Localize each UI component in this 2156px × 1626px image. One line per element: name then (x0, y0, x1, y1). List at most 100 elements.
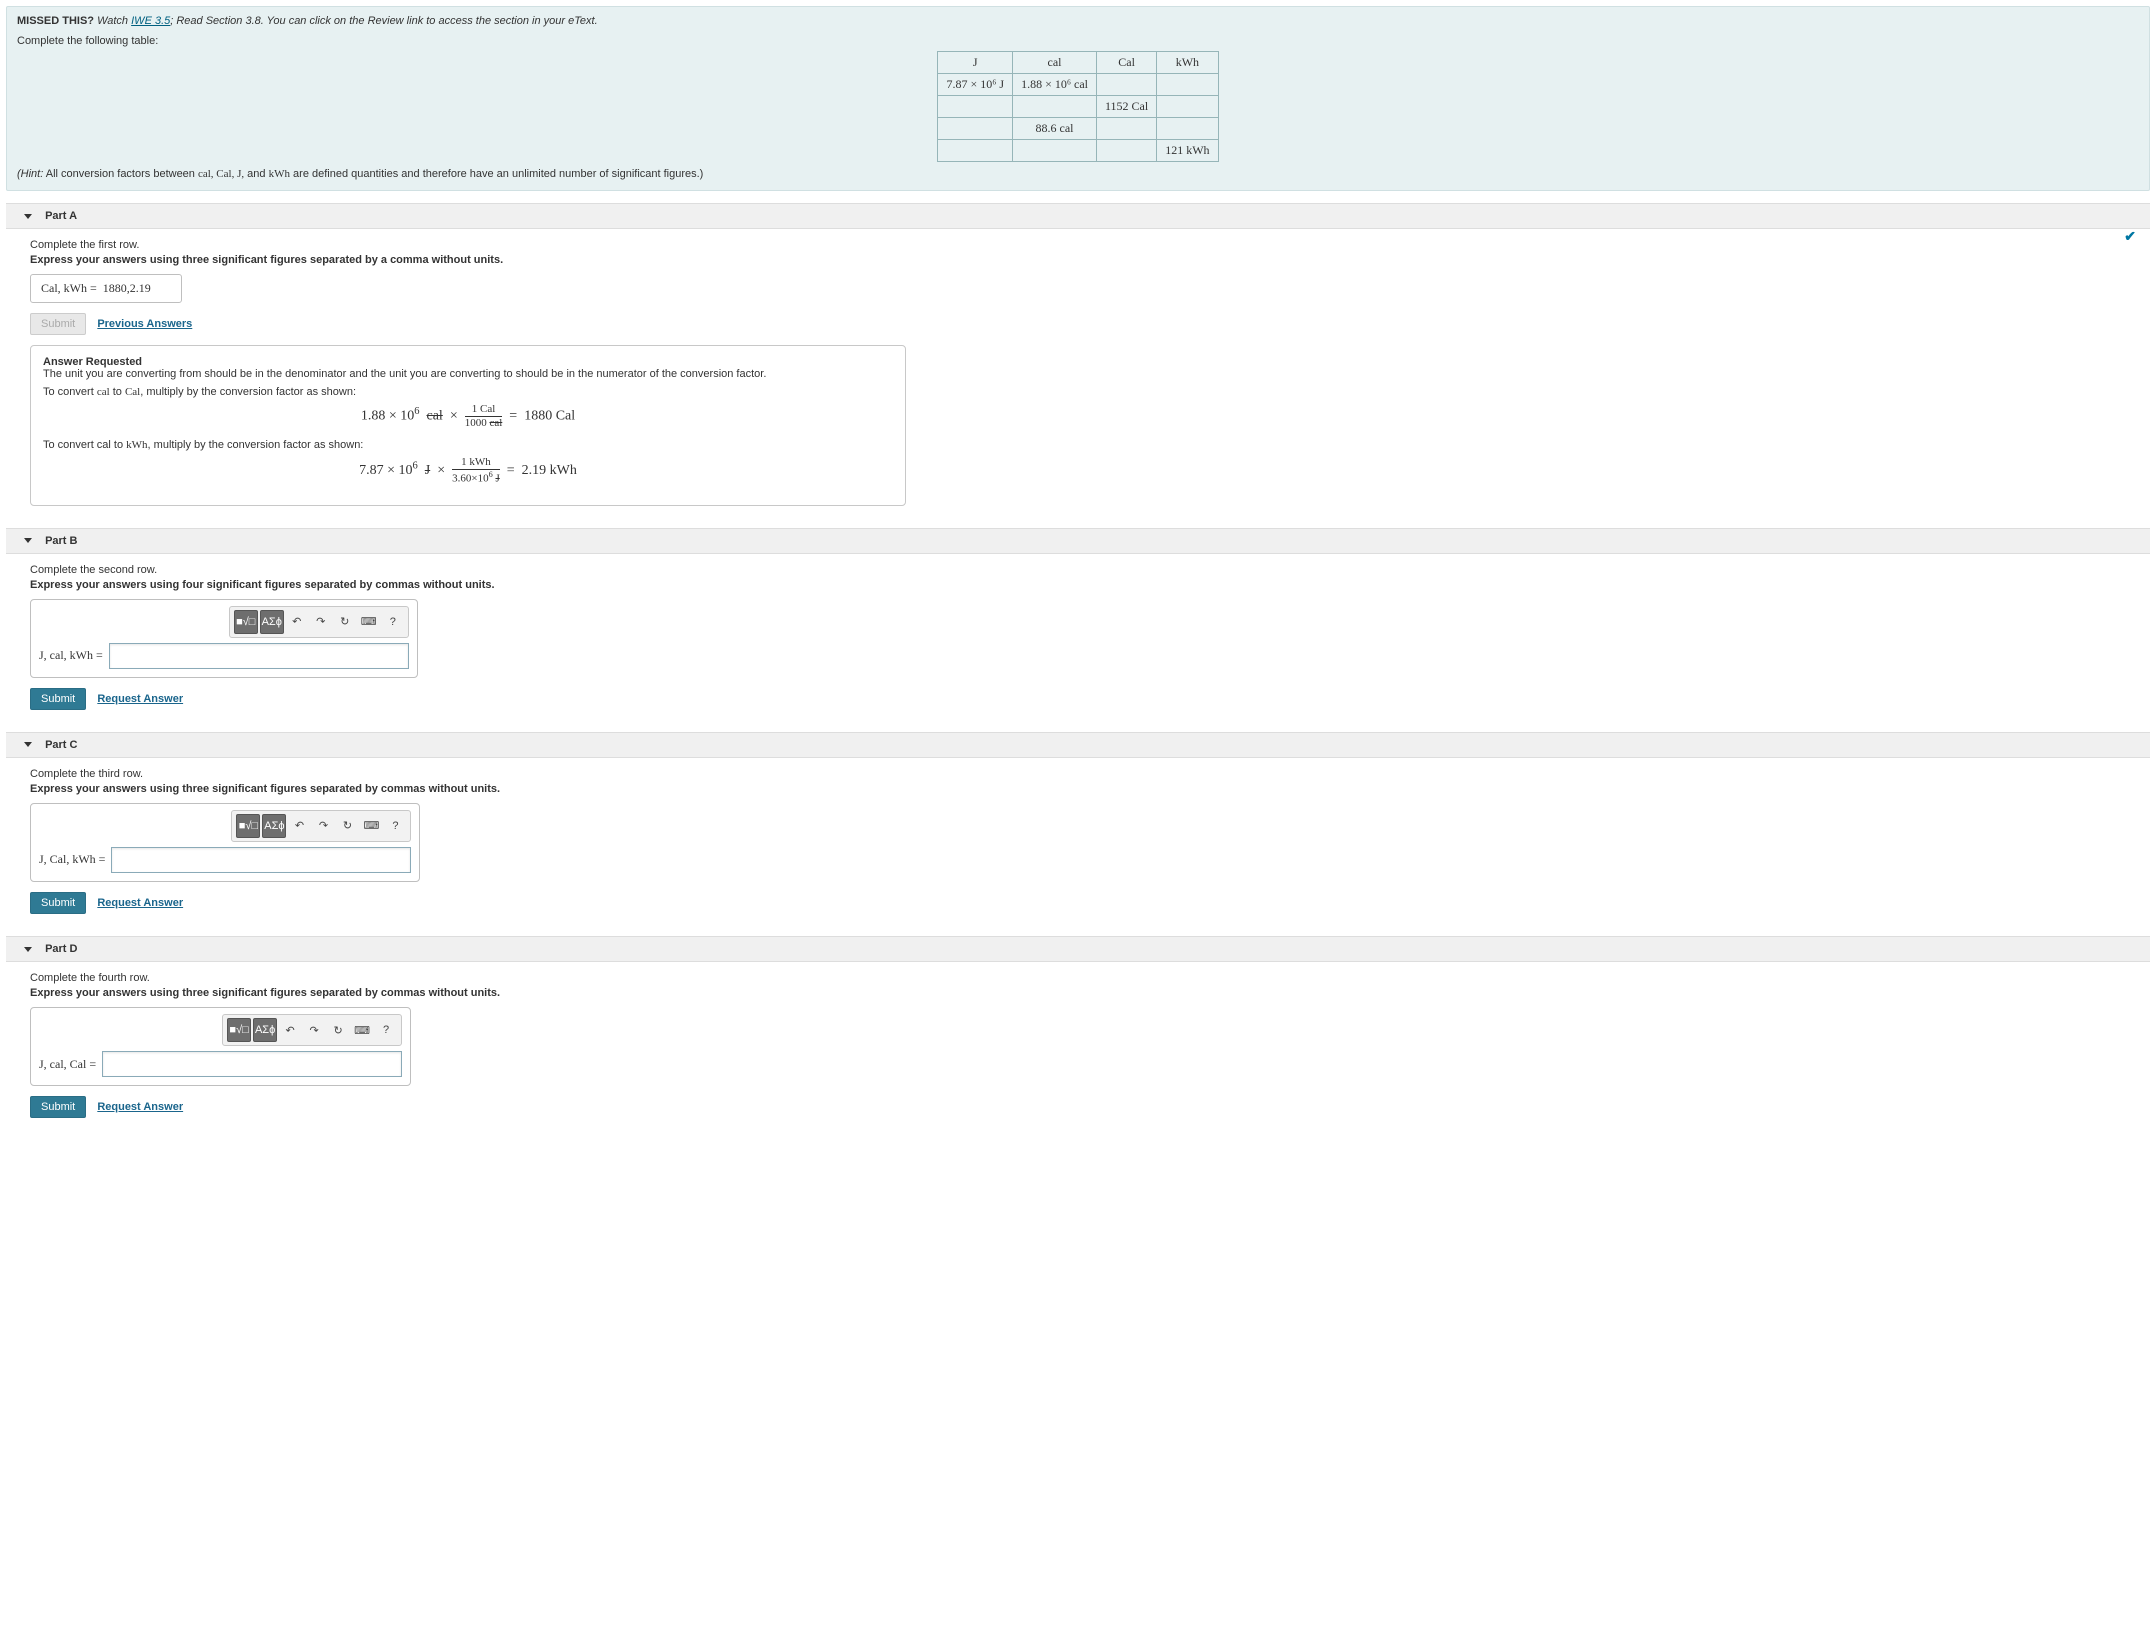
hint-kwh: kWh (269, 168, 290, 180)
templates-icon[interactable]: ■√□ (236, 814, 260, 838)
part-c-header[interactable]: Part C (6, 732, 2150, 758)
part-d-header[interactable]: Part D (6, 936, 2150, 962)
part-d-boldinstr: Express your answers using three signifi… (30, 987, 2150, 999)
part-d-request-answer-link[interactable]: Request Answer (97, 1101, 183, 1113)
keyboard-icon[interactable]: ⌨ (360, 815, 382, 837)
keyboard-icon[interactable]: ⌨ (351, 1019, 373, 1041)
part-b-label: J, cal, kWh = (39, 648, 103, 663)
missed-this-line: MISSED THIS? Watch IWE 3.5; Read Section… (17, 15, 2139, 27)
help-icon[interactable]: ? (382, 611, 404, 633)
redo-icon[interactable]: ↷ (312, 815, 334, 837)
part-b-body: Complete the second row. Express your an… (0, 554, 2156, 720)
part-b-header[interactable]: Part B (6, 528, 2150, 554)
undo-icon[interactable]: ↶ (286, 611, 308, 633)
part-d-label: J, cal, Cal = (39, 1057, 96, 1072)
redo-icon[interactable]: ↷ (310, 611, 332, 633)
table-row: 1152 Cal (938, 96, 1218, 118)
missed-prefix: MISSED THIS? (17, 15, 94, 27)
eq2-eq: = (507, 463, 515, 478)
th-cal: cal (1013, 52, 1097, 74)
part-c-boldinstr: Express your answers using three signifi… (30, 783, 2150, 795)
reset-icon[interactable]: ↻ (334, 611, 356, 633)
equation-toolbar: ■√□ ΑΣϕ ↶ ↷ ↻ ⌨ ? (222, 1014, 402, 1046)
feedback-line2: To convert cal to Cal, multiply by the c… (43, 386, 893, 398)
undo-icon[interactable]: ↶ (279, 1019, 301, 1041)
keyboard-icon[interactable]: ⌨ (358, 611, 380, 633)
part-d-submit-button[interactable]: Submit (30, 1096, 86, 1118)
cell: 121 kWh (1157, 140, 1218, 162)
complete-table-label: Complete the following table: (17, 35, 2139, 47)
table-row: 88.6 cal (938, 118, 1218, 140)
feedback-line1: The unit you are converting from should … (43, 368, 893, 380)
templates-icon[interactable]: ■√□ (234, 610, 258, 634)
fb3c: , multiply by the conversion factor as s… (148, 439, 364, 451)
cell (1157, 118, 1218, 140)
eq2-u1: J (425, 463, 430, 478)
fb2d: Cal (125, 386, 140, 398)
fb2a: To convert (43, 386, 97, 398)
previous-answers-link[interactable]: Previous Answers (97, 318, 192, 330)
part-d-instr: Complete the fourth row. (30, 972, 2150, 984)
missed-after: ; Read Section 3.8. You can click on the… (170, 15, 597, 27)
reset-icon[interactable]: ↻ (336, 815, 358, 837)
th-j: J (938, 52, 1013, 74)
part-b-input-wrap: ■√□ ΑΣϕ ↶ ↷ ↻ ⌨ ? J, cal, kWh = (30, 599, 418, 678)
eq2-dena: 3.60×10 (452, 473, 488, 485)
cell (1157, 74, 1218, 96)
greek-icon[interactable]: ΑΣϕ (262, 814, 286, 838)
part-a-instr: Complete the first row. (30, 239, 2150, 251)
part-c-input[interactable] (111, 847, 411, 873)
fb3b: kWh (126, 439, 147, 451)
part-b-submit-button[interactable]: Submit (30, 688, 86, 710)
part-c-submit-button[interactable]: Submit (30, 892, 86, 914)
equation-1: 1.88 × 106 cal × 1 Cal1000 cal = 1880 Ca… (43, 404, 893, 429)
cell: 1.88 × 10⁶ cal (1013, 74, 1097, 96)
help-icon[interactable]: ? (375, 1019, 397, 1041)
eq2-denu: J (495, 473, 499, 485)
caret-down-icon (24, 742, 32, 747)
part-c-instr: Complete the third row. (30, 768, 2150, 780)
part-a-header[interactable]: Part A ✔ (6, 203, 2150, 229)
fb3a: To convert cal to (43, 439, 126, 451)
cell (938, 96, 1013, 118)
eq1-num: 1 Cal (465, 404, 503, 417)
eq1-u1: cal (426, 409, 442, 424)
eq2-denexp: 6 (489, 470, 493, 479)
caret-down-icon (24, 947, 32, 952)
equation-toolbar: ■√□ ΑΣϕ ↶ ↷ ↻ ⌨ ? (231, 810, 411, 842)
hint-and: and (244, 168, 268, 180)
part-b-input[interactable] (109, 643, 409, 669)
fb2b: cal (97, 386, 110, 398)
part-c-title: Part C (45, 739, 77, 751)
part-a-body: Complete the first row. Express your ans… (0, 229, 2156, 516)
cell: 7.87 × 10⁶ J (938, 74, 1013, 96)
iwe-link[interactable]: IWE 3.5 (131, 15, 170, 27)
reset-icon[interactable]: ↻ (327, 1019, 349, 1041)
eq2-lhs: 7.87 × 10 (359, 463, 412, 478)
eq1-lhs: 1.88 × 10 (361, 409, 414, 424)
cell (938, 140, 1013, 162)
hint-body-1: All conversion factors between (43, 168, 198, 180)
cell (1013, 96, 1097, 118)
part-a-submit-button: Submit (30, 313, 86, 335)
hint-prefix: (Hint: (17, 168, 43, 180)
templates-icon[interactable]: ■√□ (227, 1018, 251, 1042)
equation-toolbar: ■√□ ΑΣϕ ↶ ↷ ↻ ⌨ ? (229, 606, 409, 638)
greek-icon[interactable]: ΑΣϕ (253, 1018, 277, 1042)
part-b-boldinstr: Express your answers using four signific… (30, 579, 2150, 591)
check-icon: ✔ (2124, 228, 2136, 245)
help-icon[interactable]: ? (384, 815, 406, 837)
cell (1013, 140, 1097, 162)
part-d-input[interactable] (102, 1051, 402, 1077)
part-a-title: Part A (45, 210, 77, 222)
problem-intro-box: MISSED THIS? Watch IWE 3.5; Read Section… (6, 6, 2150, 191)
part-c-request-answer-link[interactable]: Request Answer (97, 897, 183, 909)
greek-icon[interactable]: ΑΣϕ (260, 610, 284, 634)
part-d-body: Complete the fourth row. Express your an… (0, 962, 2156, 1128)
redo-icon[interactable]: ↷ (303, 1019, 325, 1041)
undo-icon[interactable]: ↶ (288, 815, 310, 837)
part-b-request-answer-link[interactable]: Request Answer (97, 693, 183, 705)
th-Cal: Cal (1097, 52, 1157, 74)
cell (1157, 96, 1218, 118)
cell (1097, 140, 1157, 162)
